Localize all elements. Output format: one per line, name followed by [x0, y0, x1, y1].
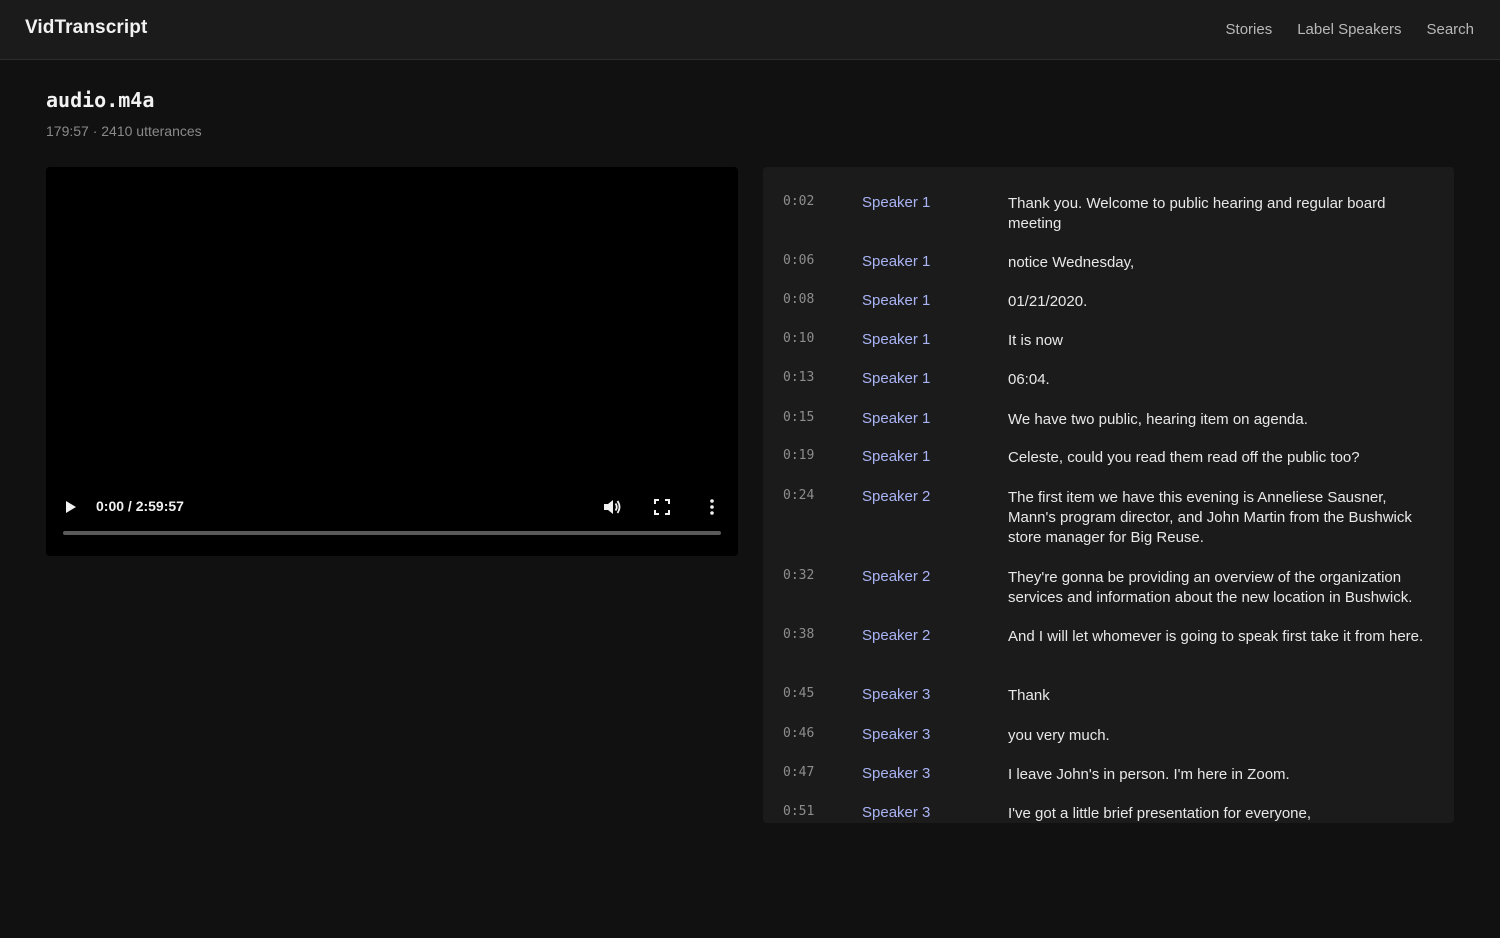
- utterance-timestamp[interactable]: 0:46: [783, 726, 814, 741]
- utterance-timestamp[interactable]: 0:32: [783, 568, 814, 583]
- utterance-speaker[interactable]: Speaker 3: [862, 726, 930, 743]
- utterance-timestamp[interactable]: 0:10: [783, 331, 814, 346]
- utterance-speaker[interactable]: Speaker 2: [862, 568, 930, 585]
- utterance-speaker[interactable]: Speaker 1: [862, 410, 930, 427]
- utterance-timestamp[interactable]: 0:19: [783, 448, 814, 463]
- utterance-text: We have two public, hearing item on agen…: [1008, 411, 1308, 428]
- utterance-timestamp[interactable]: 0:02: [783, 194, 814, 209]
- playback-progress-bar[interactable]: [63, 531, 721, 535]
- utterance-timestamp[interactable]: 0:24: [783, 488, 814, 503]
- utterance-speaker[interactable]: Speaker 2: [862, 627, 930, 644]
- utterance-timestamp[interactable]: 0:08: [783, 292, 814, 307]
- utterance-text: They're gonna be providing an overview o…: [1008, 569, 1413, 606]
- utterance-text: Thank you. Welcome to public hearing and…: [1008, 195, 1386, 232]
- utterance-speaker[interactable]: Speaker 1: [862, 292, 930, 309]
- utterance-timestamp[interactable]: 0:13: [783, 370, 814, 385]
- transcript-panel: 0:02 Speaker 1 Thank you. Welcome to publi…: [763, 167, 1454, 823]
- utterance-speaker[interactable]: Speaker 1: [862, 194, 930, 211]
- utterance-text: I leave John's in person. I'm here in Zo…: [1008, 766, 1290, 783]
- utterance-text: The first item we have this evening is A…: [1008, 489, 1412, 546]
- utterance-timestamp[interactable]: 0:38: [783, 627, 814, 642]
- utterance-speaker[interactable]: Speaker 1: [862, 448, 930, 465]
- nav-link-label-speakers[interactable]: Label Speakers: [1297, 21, 1401, 38]
- utterance-speaker[interactable]: Speaker 3: [862, 686, 930, 703]
- utterance-timestamp[interactable]: 0:15: [783, 410, 814, 425]
- utterance-text: 06:04.: [1008, 371, 1050, 388]
- utterance-speaker[interactable]: Speaker 1: [862, 370, 930, 387]
- utterance-speaker[interactable]: Speaker 3: [862, 804, 930, 821]
- utterance-timestamp[interactable]: 0:51: [783, 804, 814, 819]
- fullscreen-icon[interactable]: [653, 498, 671, 516]
- utterance-text: 01/21/2020.: [1008, 293, 1088, 310]
- utterance-text: Celeste, could you read them read off th…: [1008, 449, 1360, 466]
- media-player[interactable]: 0:00 / 2:59:57: [46, 167, 738, 556]
- utterance-text: And I will let whomever is going to spea…: [1008, 628, 1424, 645]
- utterance-speaker[interactable]: Speaker 2: [862, 488, 930, 505]
- volume-icon[interactable]: [602, 497, 622, 517]
- utterance-speaker[interactable]: Speaker 3: [862, 765, 930, 782]
- utterance-text: I've got a little brief presentation for…: [1008, 805, 1312, 822]
- app-brand[interactable]: VidTranscript: [25, 17, 147, 39]
- nav-link-search[interactable]: Search: [1426, 21, 1474, 38]
- nav-link-stories[interactable]: Stories: [1226, 21, 1273, 38]
- utterance-speaker[interactable]: Speaker 1: [862, 253, 930, 270]
- play-icon[interactable]: [64, 500, 78, 514]
- utterance-timestamp[interactable]: 0:06: [783, 253, 814, 268]
- utterance-text: Thank: [1008, 687, 1050, 704]
- utterance-timestamp[interactable]: 0:45: [783, 686, 814, 701]
- utterance-speaker[interactable]: Speaker 1: [862, 331, 930, 348]
- top-nav-bar: VidTranscript Stories Label Speakers Sea…: [0, 0, 1500, 60]
- utterance-text: notice Wednesday,: [1008, 254, 1135, 271]
- utterance-text: It is now: [1008, 332, 1064, 349]
- page-meta: 179:57 · 2410 utterances: [46, 123, 202, 139]
- page-title: audio.m4a: [46, 88, 155, 112]
- playback-time: 0:00 / 2:59:57: [96, 498, 184, 514]
- more-options-icon[interactable]: [702, 497, 722, 517]
- nav-links: Stories Label Speakers Search: [1226, 21, 1474, 38]
- utterance-timestamp[interactable]: 0:47: [783, 765, 814, 780]
- utterance-text: you very much.: [1008, 727, 1110, 744]
